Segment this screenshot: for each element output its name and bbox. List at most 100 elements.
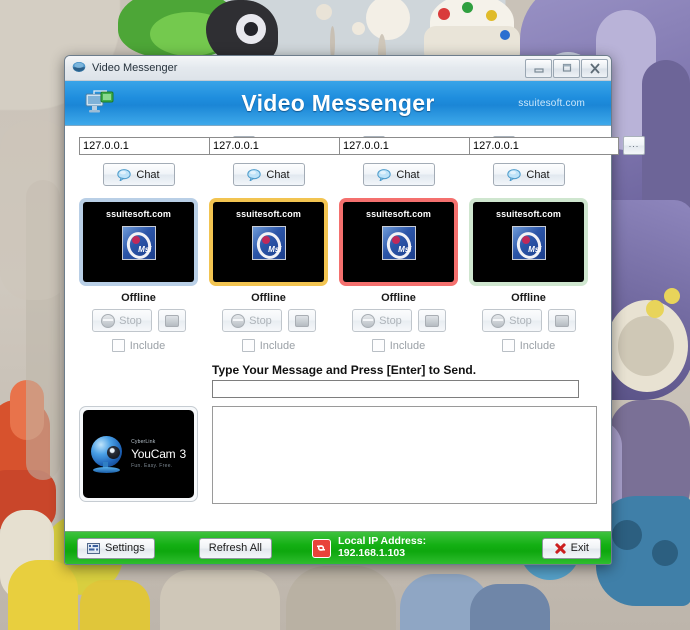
- video-surface: ssuitesoft.com Msi: [83, 202, 194, 282]
- stop-circle-icon: [491, 313, 506, 328]
- msi-logo-icon: Msi: [511, 226, 546, 260]
- include-checkbox[interactable]: [111, 339, 125, 352]
- snapshot-button[interactable]: [287, 309, 316, 332]
- video-panel[interactable]: ssuitesoft.com Msi: [79, 198, 198, 286]
- include-label: Include: [259, 339, 296, 352]
- ip-row: ...: [209, 136, 385, 155]
- video-panel[interactable]: ssuitesoft.com Msi: [209, 198, 328, 286]
- browse-button[interactable]: ...: [623, 136, 645, 155]
- chat-button[interactable]: Chat: [492, 163, 565, 186]
- message-label: Type Your Message and Press [Enter] to S…: [212, 363, 477, 377]
- include-checkbox[interactable]: [501, 339, 515, 352]
- sliders-icon: [87, 542, 100, 554]
- ip-row: ...: [79, 136, 255, 155]
- include-label: Include: [519, 339, 556, 352]
- wallpaper-shape: [470, 584, 550, 630]
- ip-input[interactable]: [469, 136, 619, 155]
- header-brand: ssuitesoft.com: [518, 97, 585, 109]
- local-preview-panel[interactable]: CyberLink YouCam 3 Fun. Easy. Free.: [79, 406, 198, 502]
- preview-surface: CyberLink YouCam 3 Fun. Easy. Free.: [83, 410, 194, 498]
- app-body: ... Chat ssuitesoft.com Msi: [65, 126, 645, 531]
- window-titlebar[interactable]: Video Messenger: [65, 56, 611, 81]
- snapshot-button[interactable]: [157, 309, 186, 332]
- stop-circle-icon: [361, 313, 376, 328]
- local-ip-text: Local IP Address: 192.168.1.103: [337, 535, 426, 560]
- local-ip-value: 192.168.1.103: [337, 547, 406, 559]
- ip-input[interactable]: [339, 136, 489, 155]
- channel-status: Offline: [511, 292, 546, 304]
- msi-logo-icon: Msi: [121, 226, 156, 260]
- ip-input[interactable]: [209, 136, 359, 155]
- include-row[interactable]: Include: [241, 339, 296, 352]
- wallpaper-shape: [8, 560, 78, 630]
- stop-button[interactable]: Stop: [481, 309, 542, 332]
- stop-button-label: Stop: [509, 314, 532, 327]
- include-row[interactable]: Include: [501, 339, 556, 352]
- stop-button[interactable]: Stop: [91, 309, 152, 332]
- stop-circle-icon: [231, 313, 246, 328]
- minimize-button[interactable]: [525, 58, 552, 78]
- settings-button-label: Settings: [105, 542, 145, 554]
- chat-button[interactable]: Chat: [232, 163, 305, 186]
- wallpaper-shape: [612, 520, 642, 550]
- channel-controls: Stop: [91, 309, 186, 332]
- ip-input[interactable]: [79, 136, 229, 155]
- wallpaper-shape: [486, 10, 497, 21]
- include-checkbox[interactable]: [371, 339, 385, 352]
- chat-button-label: Chat: [396, 168, 420, 181]
- window-title: Video Messenger: [92, 62, 178, 74]
- chat-button-label: Chat: [136, 168, 160, 181]
- wallpaper-shape: [0, 120, 70, 300]
- msi-logo-icon: Msi: [381, 226, 416, 260]
- refresh-all-label: Refresh All: [208, 542, 262, 554]
- monitor-icon: [72, 62, 86, 72]
- youcam-version: 3: [179, 446, 186, 461]
- channel-column: ... Chat ssuitesoft.com Msi: [209, 136, 385, 352]
- stop-button[interactable]: Stop: [221, 309, 282, 332]
- include-row[interactable]: Include: [371, 339, 425, 352]
- camera-icon: [424, 314, 439, 327]
- channel-status: Offline: [251, 292, 286, 304]
- exit-button-label: Exit: [570, 542, 589, 554]
- app-header: Video Messenger ssuitesoft.com: [65, 81, 611, 126]
- video-panel[interactable]: ssuitesoft.com Msi: [339, 198, 458, 286]
- chat-log[interactable]: [212, 406, 597, 504]
- stop-button[interactable]: Stop: [351, 309, 412, 332]
- webcam-icon: [91, 435, 127, 473]
- exit-button[interactable]: Exit: [541, 537, 601, 559]
- ip-row: ...: [469, 136, 645, 155]
- wallpaper-shape: [316, 4, 332, 20]
- chat-button[interactable]: Chat: [102, 163, 175, 186]
- chat-button[interactable]: Chat: [362, 163, 435, 186]
- wallpaper-shape: [618, 316, 674, 376]
- speech-bubble-icon: [507, 168, 522, 181]
- settings-button[interactable]: Settings: [77, 537, 155, 559]
- youcam-tagline: Fun. Easy. Free.: [131, 462, 173, 469]
- chat-button-label: Chat: [266, 168, 290, 181]
- close-button[interactable]: [581, 58, 608, 78]
- wallpaper-shape: [652, 540, 678, 566]
- message-section: Type Your Message and Press [Enter] to S…: [212, 363, 597, 398]
- include-row[interactable]: Include: [111, 339, 165, 352]
- maximize-button[interactable]: [553, 58, 580, 78]
- bottom-area: CyberLink YouCam 3 Fun. Easy. Free.: [79, 406, 597, 504]
- camera-icon: [294, 314, 309, 327]
- snapshot-button[interactable]: [547, 309, 576, 332]
- ip-row: ...: [339, 136, 515, 155]
- video-brand: ssuitesoft.com: [366, 209, 431, 219]
- speech-bubble-icon: [247, 168, 262, 181]
- video-panel[interactable]: ssuitesoft.com Msi: [469, 198, 588, 286]
- snapshot-button[interactable]: [417, 309, 446, 332]
- channel-controls: Stop: [481, 309, 576, 332]
- refresh-all-button[interactable]: Refresh All: [198, 537, 272, 559]
- speech-bubble-icon: [117, 168, 132, 181]
- channel-controls: Stop: [221, 309, 316, 332]
- video-brand: ssuitesoft.com: [236, 209, 301, 219]
- refresh-arrows-icon: [311, 538, 331, 558]
- speech-bubble-icon: [377, 168, 392, 181]
- include-checkbox[interactable]: [241, 339, 255, 352]
- wallpaper-shape: [80, 580, 150, 630]
- wallpaper-shape: [462, 2, 473, 13]
- wallpaper-shape: [244, 22, 258, 36]
- message-input[interactable]: [212, 380, 579, 398]
